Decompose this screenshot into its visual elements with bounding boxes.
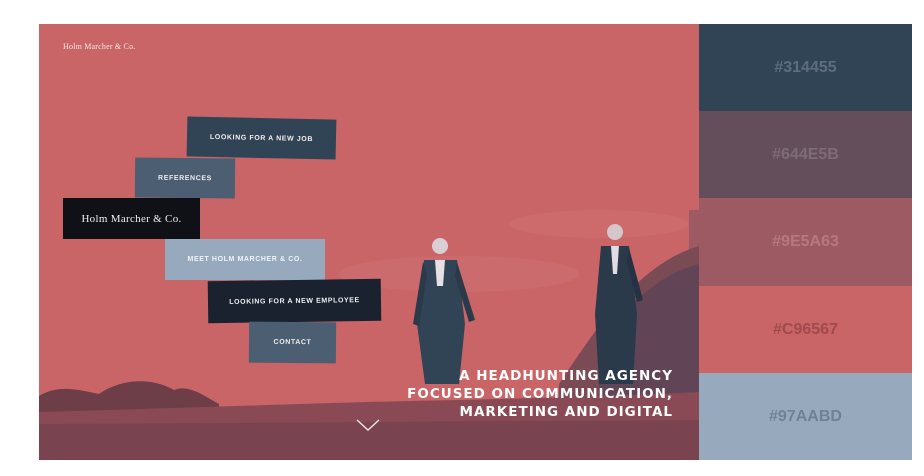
- color-swatch-4: #C96567: [699, 286, 912, 373]
- menu-meet-holm-marcher[interactable]: MEET HOLM MARCHER & CO.: [165, 239, 325, 280]
- color-swatch-3: #9E5A63: [699, 198, 912, 286]
- swatch-label-2: #644E5B: [772, 145, 839, 163]
- color-swatch-5: #97AABD: [699, 373, 912, 460]
- swatch-label-3: #9E5A63: [772, 233, 839, 250]
- tagline-line-1: A HEADHUNTING AGENCY: [459, 368, 673, 384]
- tagline-line-3: MARKETING AND DIGITAL: [459, 404, 673, 420]
- brand-logo-text[interactable]: Holm Marcher & Co.: [63, 42, 135, 51]
- menu-looking-for-new-job[interactable]: LOOKING FOR A NEW JOB: [186, 116, 337, 160]
- hero-tagline: A HEADHUNTING AGENCY FOCUSED ON COMMUNIC…: [407, 367, 673, 421]
- tagline-line-2: FOCUSED ON COMMUNICATION,: [407, 386, 673, 402]
- swatch-label-1: #314455: [774, 58, 837, 76]
- menu-looking-for-new-employee[interactable]: LOOKING FOR A NEW EMPLOYEE: [207, 278, 382, 324]
- menu-contact[interactable]: CONTACT: [248, 321, 337, 364]
- swatch-label-4: #C96567: [773, 320, 838, 338]
- color-swatch-1: #314455: [699, 24, 912, 111]
- chevron-down-icon[interactable]: [356, 418, 380, 432]
- menu-references[interactable]: REFERENCES: [134, 157, 236, 199]
- menu-logo-block[interactable]: Holm Marcher & Co.: [63, 198, 200, 239]
- hero-section: Holm Marcher & Co. LOOKING FOR A NEW JOB…: [39, 24, 699, 460]
- color-swatch-2: #644E5B: [699, 111, 912, 198]
- swatch-label-5: #97AABD: [769, 407, 842, 425]
